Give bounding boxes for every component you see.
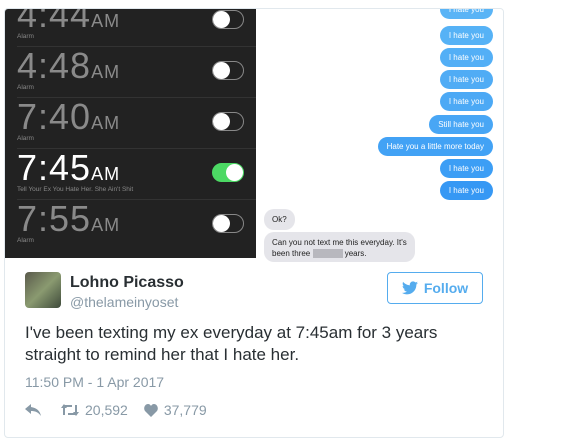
tweet-actions: 20,592 37,779 [25, 402, 207, 418]
sent-bubble: I hate you [439, 159, 493, 178]
alarm-toggle[interactable] [212, 112, 244, 131]
message-text: years. [344, 249, 367, 258]
like-count: 37,779 [163, 402, 207, 418]
alarm-ampm: AM [91, 164, 121, 184]
alarm-ampm: AM [91, 215, 121, 235]
like-button[interactable]: 37,779 [144, 402, 207, 418]
sent-bubble: I hate you [439, 70, 493, 89]
twitter-bird-icon [401, 281, 418, 295]
sent-bubble: I hate you [439, 181, 493, 200]
reply-icon [25, 404, 41, 416]
alarm-time: 4:48 [17, 45, 92, 86]
avatar[interactable] [25, 272, 61, 308]
author-name[interactable]: Lohno Picasso [70, 274, 184, 292]
message-text: Can you not text me this everyday. It's [272, 238, 407, 247]
alarm-label: Alarm [17, 237, 34, 244]
alarm-label: Alarm [17, 84, 34, 91]
retweet-button[interactable]: 20,592 [61, 402, 128, 418]
alarm-toggle[interactable] [212, 61, 244, 80]
message-thread: I hate you I hate you I hate you I hate … [256, 9, 503, 262]
follow-button[interactable]: Follow [387, 272, 483, 304]
received-bubble: Ok? [264, 209, 295, 230]
alarm-time: 7:45 [17, 147, 92, 188]
follow-label: Follow [423, 280, 469, 296]
alarm-list: 4:44AM Alarm 4:48AM Alarm 7:40AM Alarm 7:45… [5, 9, 256, 258]
alarm-ampm: AM [91, 11, 121, 31]
alarm-label: Alarm [17, 135, 34, 142]
alarm-toggle[interactable] [212, 214, 244, 233]
alarm-toggle[interactable] [212, 10, 244, 29]
retweet-icon [61, 404, 79, 416]
tweet-timestamp[interactable]: 11:50 PM - 1 Apr 2017 [25, 374, 164, 390]
reply-button[interactable] [25, 404, 41, 416]
alarm-label: Tell Your Ex You Hate Her. She Ain't Shi… [17, 186, 134, 193]
alarm-time: 7:55 [17, 198, 92, 239]
sent-bubble: I hate you [439, 9, 493, 19]
heart-icon [144, 403, 158, 417]
alarm-time: 4:44 [17, 9, 92, 35]
alarm-row: 7:45AM Tell Your Ex You Hate Her. She Ain… [5, 147, 256, 200]
retweet-count: 20,592 [85, 402, 128, 418]
alarm-row: 4:44AM Alarm [5, 9, 256, 47]
redaction [312, 249, 343, 259]
sent-bubble: I hate you [439, 92, 493, 111]
alarm-ampm: AM [91, 113, 121, 133]
alarm-toggle[interactable] [212, 163, 244, 182]
received-bubble: Can you not text me this everyday. It's b… [264, 232, 415, 262]
alarm-label: Alarm [17, 33, 34, 40]
alarm-time: 7:40 [17, 96, 92, 137]
author-handle[interactable]: @thelameinyoset [70, 294, 178, 310]
sent-bubble: Still hate you [429, 115, 493, 134]
sent-bubble: Hate you a little more today [377, 137, 493, 156]
alarm-ampm: AM [91, 62, 121, 82]
tweet-image[interactable]: 4:44AM Alarm 4:48AM Alarm 7:40AM Alarm 7:45… [5, 9, 503, 262]
sent-bubble: I hate you [439, 26, 493, 45]
message-text: been three [272, 249, 311, 258]
alarm-row: 7:40AM Alarm [5, 96, 256, 149]
alarm-row: 4:48AM Alarm [5, 45, 256, 98]
sent-bubble: I hate you [439, 48, 493, 67]
alarm-row: 7:55AM Alarm [5, 198, 256, 251]
tweet-text: I've been texting my ex everyday at 7:45… [25, 323, 438, 364]
